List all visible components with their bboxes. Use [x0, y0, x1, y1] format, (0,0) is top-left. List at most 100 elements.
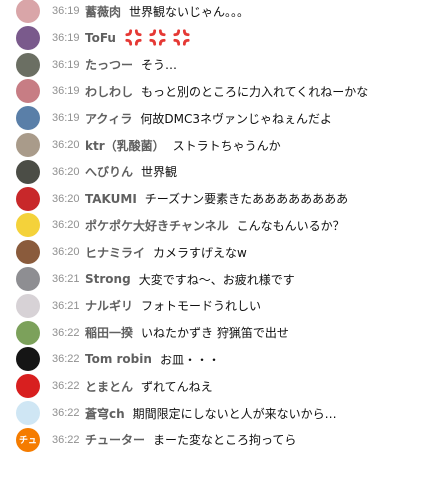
message-content: ヒナミライ カメラすげえなw	[85, 244, 247, 261]
author-name[interactable]: 蓄薇肉	[85, 3, 121, 20]
chat-message[interactable]: 36:20 TAKUMI チーズナン要素きたああああああああ	[0, 186, 432, 211]
message-timestamp: 36:19	[52, 85, 80, 98]
message-timestamp: 36:20	[52, 219, 80, 232]
message-content: TAKUMI チーズナン要素きたああああああああ	[85, 190, 348, 207]
anger-symbol-icon	[124, 28, 143, 47]
chat-message[interactable]: 36:20 へびりん 世界観	[0, 159, 432, 184]
message-timestamp: 36:21	[52, 273, 80, 285]
chat-message[interactable]: 36:20 ヒナミライ カメラすげえなw	[0, 240, 432, 265]
avatar-sky[interactable]	[16, 106, 40, 131]
avatar-red-logo[interactable]	[16, 186, 40, 211]
avatar-white-character[interactable]	[16, 293, 40, 318]
author-name[interactable]: ポケポケ大好きチャンネル	[85, 217, 229, 234]
author-name[interactable]: ナルギリ	[85, 297, 133, 314]
author-name[interactable]: Strong	[85, 272, 131, 286]
message-text: 期間限定にしないと人が来ないから…	[132, 406, 337, 421]
avatar-light-blue[interactable]	[16, 401, 40, 425]
message-text: チーズナン要素きたああああああああ	[144, 192, 349, 207]
message-text: カメラすげえなw	[153, 245, 247, 260]
message-timestamp: 36:20	[52, 165, 80, 178]
author-name[interactable]: へびりん	[85, 163, 133, 180]
avatar-anime-girl[interactable]	[16, 25, 40, 50]
message-timestamp: 36:22	[52, 326, 80, 339]
chat-message[interactable]: 36:19 たっつー そう…	[0, 52, 432, 77]
author-name[interactable]: ktr（乳酸菌）	[85, 137, 165, 154]
chat-message[interactable]: 36:20 ポケポケ大好きチャンネル こんなもんいるか？	[0, 213, 432, 238]
message-content: アクィラ 何故DMC3ネヴァンじゃねぇんだよ	[85, 110, 332, 127]
message-timestamp: 36:19	[52, 58, 80, 71]
chat-message[interactable]: チュ 36:22 チューター まーた変なところ拘ってら	[0, 427, 432, 452]
chat-message[interactable]: 36:22 稲田一揆 いねたかずき 狩猟笛で出せ	[0, 320, 432, 345]
author-name[interactable]: 稲田一揆	[85, 324, 133, 341]
message-text: 世界観	[141, 165, 178, 180]
author-name[interactable]: わしわし	[85, 83, 133, 100]
message-content: 蒼穹ch 期間限定にしないと人が来ないから…	[85, 405, 337, 422]
message-content: へびりん 世界観	[85, 163, 177, 180]
message-content: Strong 大変ですね〜、お疲れ様です	[85, 271, 295, 288]
avatar-pikachu[interactable]	[16, 213, 40, 238]
chat-message[interactable]: 36:21 Strong 大変ですね〜、お疲れ様です	[0, 267, 432, 291]
avatar-landscape[interactable]	[16, 52, 40, 77]
message-text: 何故DMC3ネヴァンじゃねぇんだよ	[140, 111, 333, 126]
message-content: ToFu	[85, 28, 191, 47]
author-name[interactable]: ヒナミライ	[85, 244, 145, 261]
message-text: 世界観ないじゃん。。。	[129, 4, 250, 19]
author-name[interactable]: 蒼穹ch	[85, 405, 125, 422]
message-text: フォトモードうれしい	[141, 299, 262, 314]
author-name[interactable]: Tom robin	[85, 352, 152, 366]
message-text: ストラトちゃうんか	[172, 138, 281, 153]
message-timestamp: 36:22	[52, 407, 80, 419]
message-text: お皿・・・	[159, 352, 220, 367]
chat-message[interactable]: 36:21 ナルギリ フォトモードうれしい	[0, 293, 432, 318]
message-content: ナルギリ フォトモードうれしい	[85, 297, 261, 314]
author-name[interactable]: たっつー	[85, 56, 133, 73]
chat-message[interactable]: 36:19 わしわし もっと別のところに力入れてくれねーかな	[0, 79, 432, 104]
message-content: わしわし もっと別のところに力入れてくれねーかな	[85, 83, 368, 100]
anger-symbol-icon	[148, 28, 167, 47]
anger-symbol-icon	[172, 28, 191, 47]
avatar-letter: チュ	[18, 436, 37, 447]
author-name[interactable]: TAKUMI	[85, 192, 137, 206]
chat-message[interactable]: 36:22 とまとん ずれてんねえ	[0, 374, 432, 399]
message-content: ポケポケ大好きチャンネル こんなもんいるか？	[85, 217, 345, 234]
message-content: ktr（乳酸菌） ストラトちゃうんか	[85, 137, 281, 154]
avatar-letter[interactable]: チュ	[16, 427, 40, 452]
message-timestamp: 36:19	[52, 5, 80, 17]
message-text: まーた変なところ拘ってら	[153, 433, 297, 448]
chat-message[interactable]: 36:19 アクィラ 何故DMC3ネヴァンじゃねぇんだよ	[0, 106, 432, 131]
chat-message[interactable]: 36:22 Tom robin お皿・・・	[0, 347, 432, 372]
message-timestamp: 36:20	[52, 246, 80, 259]
avatar-red-apple[interactable]	[16, 374, 40, 399]
message-timestamp: 36:22	[52, 433, 80, 446]
message-timestamp: 36:20	[52, 139, 80, 151]
chat-message[interactable]: 36:22 蒼穹ch 期間限定にしないと人が来ないから…	[0, 401, 432, 425]
avatar-cat[interactable]	[16, 133, 40, 157]
message-content: チューター まーた変なところ拘ってら	[85, 431, 296, 448]
message-content: たっつー そう…	[85, 56, 177, 73]
message-timestamp: 36:19	[52, 112, 80, 125]
message-text: ずれてんねえ	[141, 379, 213, 394]
message-timestamp: 36:19	[52, 31, 80, 44]
avatar-brown-character[interactable]	[16, 240, 40, 265]
chat-message[interactable]: 36:19 ToFu	[0, 25, 432, 50]
author-name[interactable]: アクィラ	[85, 110, 132, 127]
avatar-black-circle[interactable]	[16, 347, 40, 372]
message-content: とまとん ずれてんねえ	[85, 378, 213, 395]
message-content: 稲田一揆 いねたかずき 狩猟笛で出せ	[85, 324, 289, 341]
chat-message[interactable]: 36:20 ktr（乳酸菌） ストラトちゃうんか	[0, 133, 432, 157]
author-name[interactable]: とまとん	[85, 378, 133, 395]
message-content: Tom robin お皿・・・	[85, 351, 220, 368]
avatar-green-figure[interactable]	[16, 320, 40, 345]
live-chat-list: 36:19 蓄薇肉 世界観ないじゃん。。。 36:19 ToFu 36:19 たっつー そう……	[0, 0, 432, 481]
author-name[interactable]: チューター	[85, 431, 145, 448]
author-name[interactable]: ToFu	[85, 31, 116, 45]
message-text: もっと別のところに力入れてくれねーかな	[141, 84, 369, 99]
avatar-dark-figure[interactable]	[16, 159, 40, 184]
chat-message[interactable]: 36:19 蓄薇肉 世界観ないじゃん。。。	[0, 0, 432, 23]
message-timestamp: 36:20	[52, 192, 80, 205]
emoji-group	[124, 28, 191, 47]
avatar-pink-flower[interactable]	[16, 0, 40, 23]
message-timestamp: 36:22	[52, 353, 80, 366]
avatar-gray-character[interactable]	[16, 267, 40, 291]
avatar-pink-character[interactable]	[16, 79, 40, 104]
